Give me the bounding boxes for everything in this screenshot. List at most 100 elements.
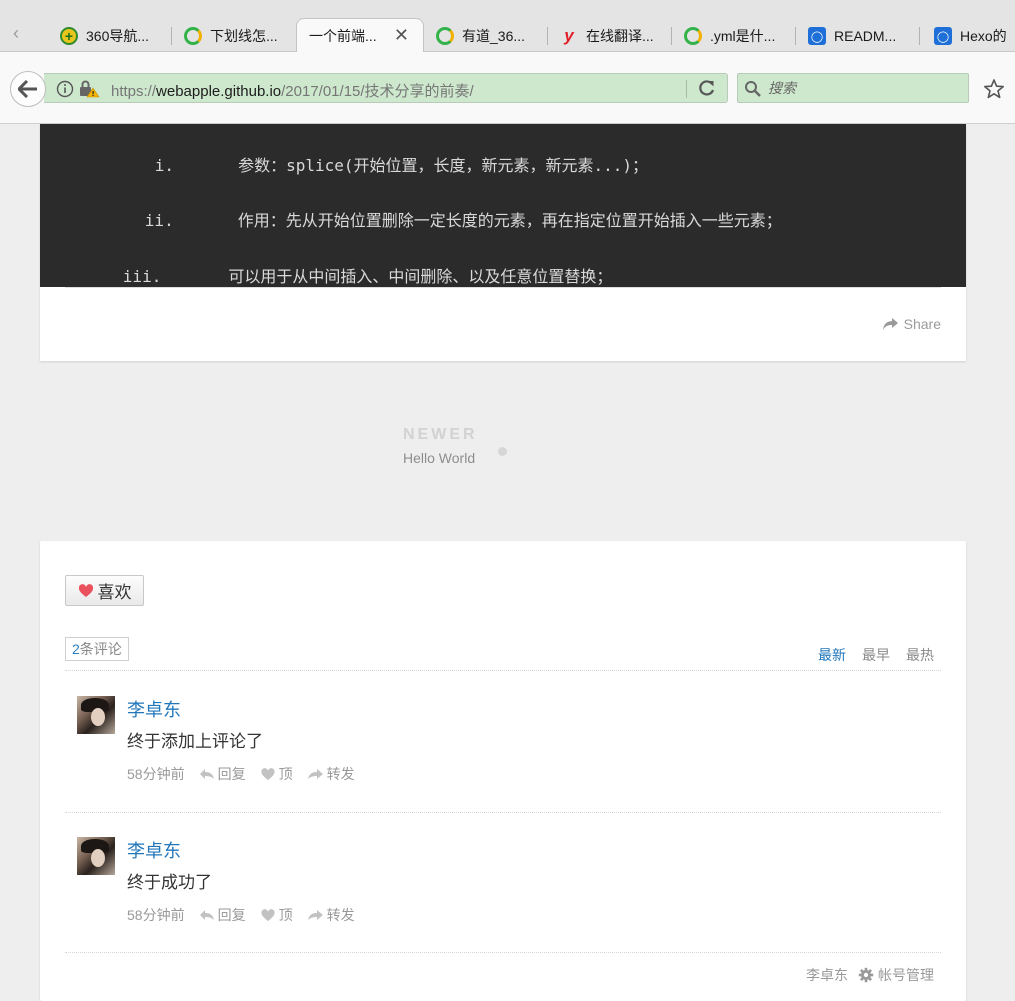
like-button[interactable]: 喜欢	[65, 575, 144, 606]
comment-count-label: 条评论	[79, 641, 122, 657]
navigation-toolbar: https://webapple.github.io/2017/01/15/技术…	[0, 52, 1015, 124]
tab-hexo[interactable]: ◯ Hexo的	[922, 21, 1015, 51]
url-text[interactable]: https://webapple.github.io/2017/01/15/技术…	[111, 80, 474, 101]
share-arrow-icon	[882, 318, 898, 330]
comment-author[interactable]: 李卓东	[127, 696, 181, 722]
comment-count-badge: 2条评论	[65, 637, 129, 661]
tab-readme[interactable]: ◯ READM...	[796, 21, 920, 51]
sort-tab-hottest[interactable]: 最热	[906, 645, 934, 665]
comment-body: 终于成功了	[127, 873, 212, 892]
site-identity[interactable]	[56, 80, 100, 98]
comment-footer: 李卓东 帐号管理	[806, 965, 934, 985]
url-path: /2017/01/15/技术分享的前奏/	[281, 83, 474, 100]
search-engine-icon	[684, 27, 702, 45]
address-bar[interactable]: https://webapple.github.io/2017/01/15/技术…	[44, 73, 728, 103]
heart-outline-icon	[261, 767, 275, 780]
search-bar[interactable]	[737, 73, 969, 103]
tab-title: 在线翻译...	[586, 28, 654, 44]
search-engine-icon	[184, 27, 202, 45]
close-tab-icon[interactable]: ✕	[394, 25, 409, 45]
reply-icon	[199, 910, 214, 920]
search-icon	[745, 81, 761, 97]
code-block: i. 参数：splice(开始位置，长度，新元素，新元素...)； ii. 作用：先…	[40, 124, 966, 287]
tab-scroll-left-icon[interactable]: ‹	[6, 22, 26, 44]
tab-title: Hexo的	[960, 28, 1007, 44]
bookmark-star-icon[interactable]	[983, 78, 1005, 100]
comment-body: 终于添加上评论了	[127, 732, 263, 751]
tab-title: READM...	[834, 28, 897, 44]
comment-author[interactable]: 李卓东	[127, 837, 181, 863]
logged-in-user[interactable]: 李卓东	[806, 965, 848, 985]
heart-outline-icon	[261, 908, 275, 921]
comment-actions: 58分钟前 回复 顶 转发	[127, 764, 355, 784]
article-card: i. 参数：splice(开始位置，长度，新元素，新元素...)； ii. 作用：先…	[40, 124, 966, 361]
tab-underline[interactable]: 下划线怎...	[172, 21, 296, 51]
reply-button[interactable]: 回复	[199, 905, 246, 925]
youdao-icon: y	[564, 26, 574, 45]
code-line: iii. 可以用于从中间插入、中间删除、以及任意位置替换；	[65, 244, 613, 306]
tab-strip: ‹ + 360导航... 下划线怎... 一个前端... ✕ 有道_36... …	[0, 0, 1015, 52]
upvote-label: 顶	[278, 766, 293, 782]
avatar[interactable]	[77, 696, 115, 734]
list-marker: iii.	[122, 267, 162, 286]
url-host: webapple.github.io	[156, 83, 282, 100]
comment-sort-tabs: 最新 最早 最热	[818, 645, 934, 665]
like-label: 喜欢	[97, 583, 132, 602]
code-text: 可以用于从中间插入、中间删除、以及任意位置替换；	[228, 267, 613, 286]
back-button[interactable]	[10, 71, 46, 107]
avatar[interactable]	[77, 837, 115, 875]
forward-icon	[307, 910, 323, 920]
site-badge-icon: ◯	[934, 27, 952, 45]
share-button[interactable]: Share	[882, 316, 941, 332]
sort-tab-oldest[interactable]: 最早	[862, 645, 890, 665]
newer-post-link[interactable]: NEWER Hello World	[403, 426, 478, 466]
reply-label: 回复	[217, 766, 246, 782]
tab-title: 360导航...	[86, 28, 150, 44]
code-text: 作用：先从开始位置删除一定长度的元素，再在指定位置开始插入一些元素；	[237, 211, 782, 230]
tab-current-page[interactable]: 一个前端... ✕	[296, 18, 424, 52]
code-text: 参数：splice(开始位置，长度，新元素，新元素...)；	[238, 156, 649, 175]
insecure-lock-warning-icon	[80, 80, 100, 98]
divider	[65, 952, 941, 953]
reply-icon	[199, 769, 214, 779]
comment-item: 李卓东 终于成功了 58分钟前 回复 顶 转发	[77, 837, 937, 937]
forward-icon	[307, 769, 323, 779]
nav360-icon: +	[60, 27, 78, 45]
search-engine-icon	[436, 27, 454, 45]
tab-yml[interactable]: .yml是什...	[672, 21, 796, 51]
tab-title: .yml是什...	[710, 28, 776, 44]
comment-item: 李卓东 终于添加上评论了 58分钟前 回复 顶 转发	[77, 696, 937, 796]
heart-icon	[78, 583, 93, 597]
sort-tab-newest[interactable]: 最新	[818, 645, 846, 665]
comment-time: 58分钟前	[127, 907, 185, 923]
upvote-button[interactable]: 顶	[260, 764, 293, 784]
reload-icon[interactable]	[697, 78, 717, 98]
comment-time: 58分钟前	[127, 766, 185, 782]
account-manage-link[interactable]: 帐号管理	[858, 965, 934, 985]
upvote-label: 顶	[278, 907, 293, 923]
gear-icon	[858, 967, 874, 983]
tab-youdao[interactable]: 有道_36...	[424, 21, 548, 51]
reply-button[interactable]: 回复	[199, 764, 246, 784]
tab-translate[interactable]: y 在线翻译...	[548, 21, 672, 51]
comments-section: 喜欢 2条评论 最新 最早 最热 李卓东 终于添加上评论了 58分钟前 回复 顶…	[40, 541, 966, 1001]
forward-label: 转发	[326, 766, 355, 782]
upvote-button[interactable]: 顶	[260, 905, 293, 925]
divider	[65, 812, 941, 813]
forward-button[interactable]: 转发	[307, 905, 355, 925]
search-input[interactable]	[768, 80, 958, 96]
tab-360-nav[interactable]: + 360导航...	[48, 21, 172, 51]
list-marker: ii.	[144, 211, 174, 230]
list-marker: i.	[154, 156, 175, 175]
divider	[65, 670, 941, 671]
site-badge-icon: ◯	[808, 27, 826, 45]
url-scheme: https://	[111, 83, 157, 100]
timeline-dot	[498, 447, 507, 456]
forward-label: 转发	[326, 907, 355, 923]
forward-button[interactable]: 转发	[307, 764, 355, 784]
tab-title: 下划线怎...	[210, 28, 278, 44]
comment-actions: 58分钟前 回复 顶 转发	[127, 905, 355, 925]
newer-post-title: Hello World	[403, 450, 476, 466]
comment-count-number: 2	[72, 641, 80, 657]
newer-label: NEWER	[403, 426, 478, 443]
